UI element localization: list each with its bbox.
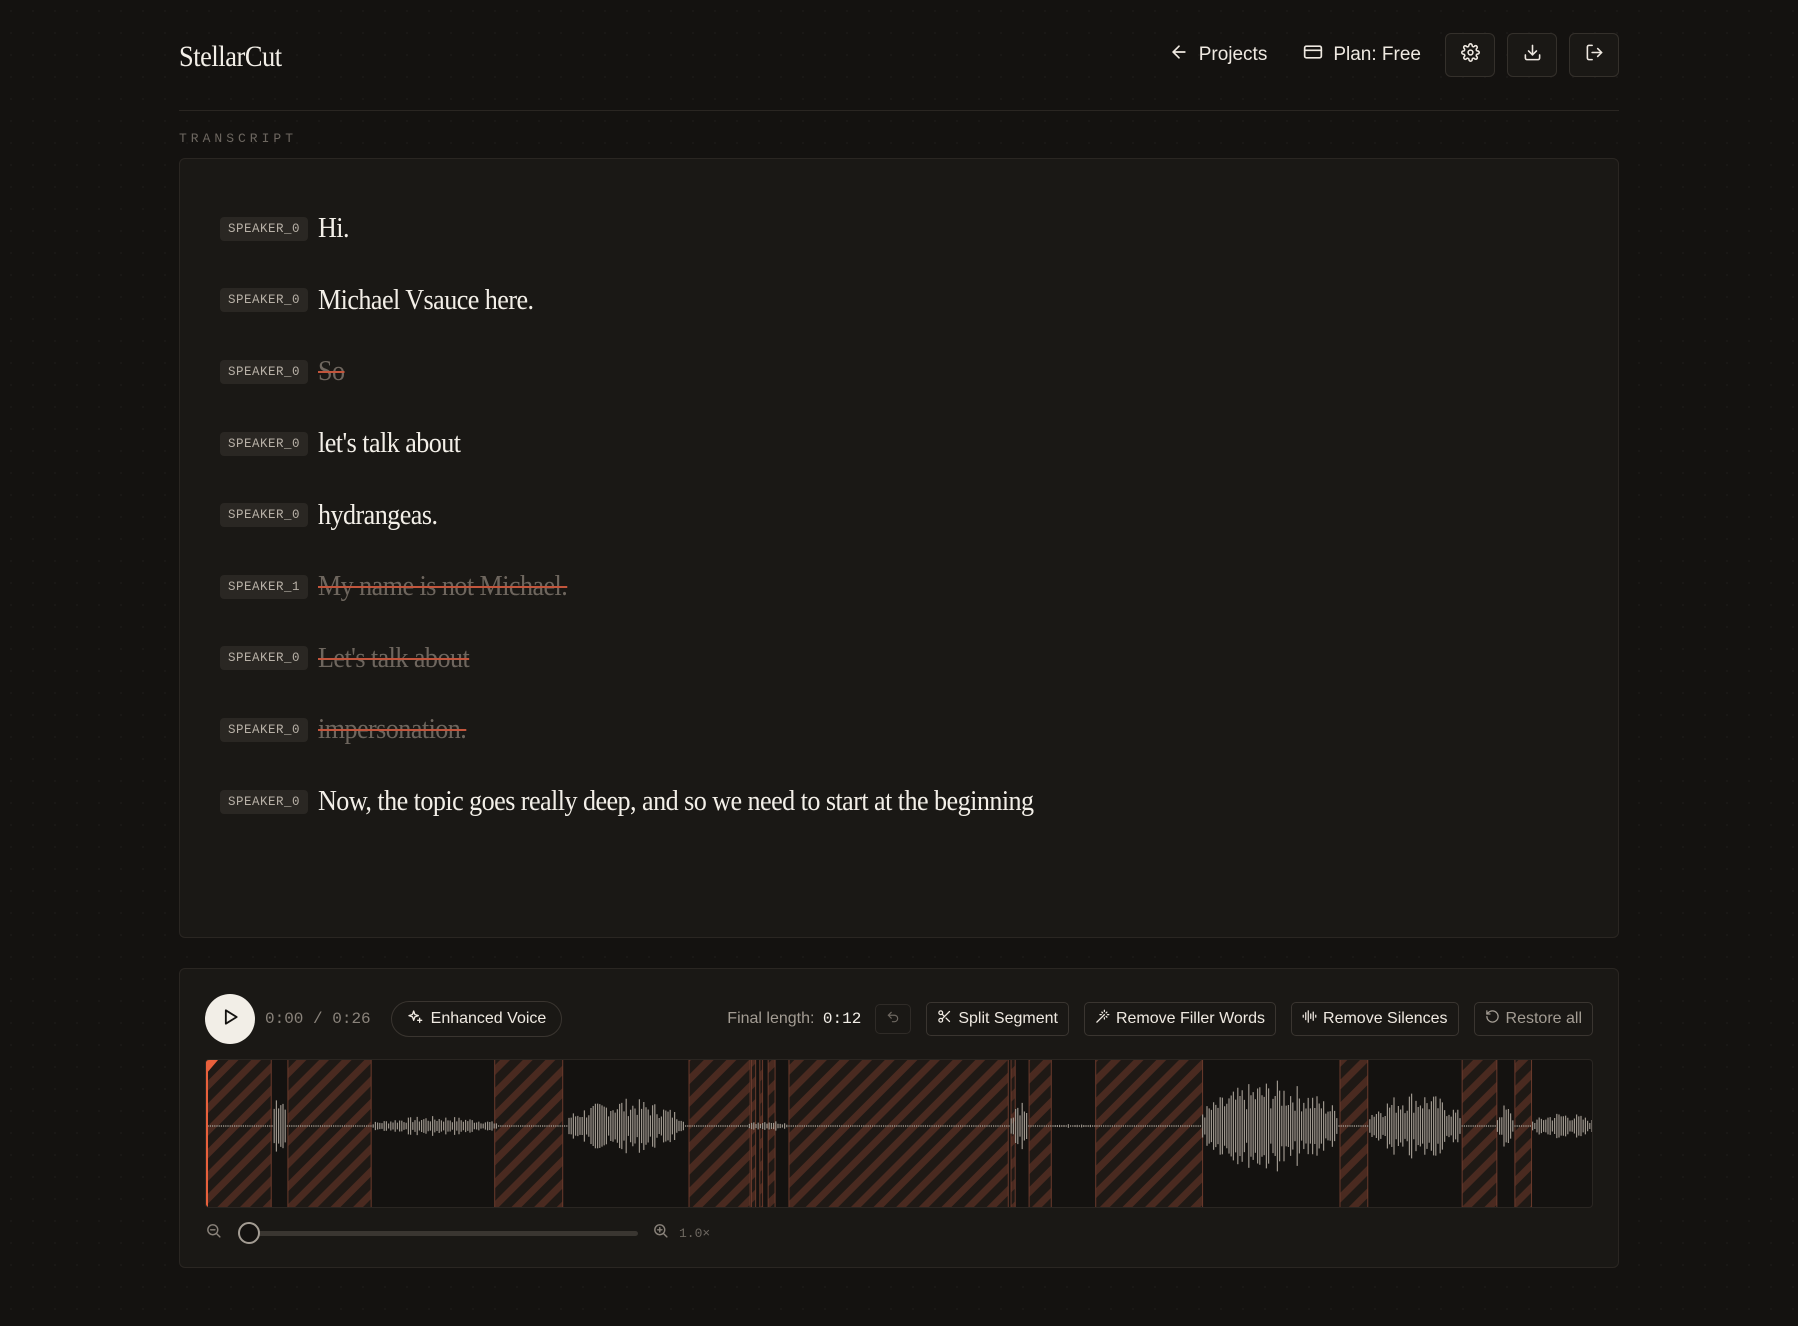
speaker-tag: SPEAKER_1: [220, 574, 309, 599]
credit-card-icon: [1303, 42, 1323, 68]
speaker-tag: SPEAKER_0: [220, 288, 309, 313]
projects-link-label: Projects: [1198, 44, 1268, 65]
gear-icon: [1460, 43, 1480, 67]
speaker-tag: SPEAKER_0: [220, 789, 309, 814]
remove-silences-label: Remove Silences: [1323, 1010, 1448, 1027]
app-logo: StellarCut: [179, 40, 282, 73]
restore-all-button[interactable]: Restore all: [1473, 1002, 1593, 1036]
segment-text-removed[interactable]: My name is not Michael.: [318, 570, 568, 603]
header: StellarCut Projects Plan: Free: [179, 0, 1619, 111]
sparkles-icon: [407, 1009, 423, 1030]
restore-all-label: Restore all: [1505, 1010, 1582, 1027]
waveform-canvas[interactable]: [206, 1060, 1593, 1208]
play-button[interactable]: [205, 994, 255, 1044]
player-controls: 0:00 / 0:26 Enhanced Voice Final length:…: [205, 994, 1593, 1044]
removed-region[interactable]: [494, 1060, 563, 1208]
enhanced-voice-label: Enhanced Voice: [430, 1010, 547, 1027]
speaker-tag: SPEAKER_0: [220, 359, 309, 384]
zoom-slider-thumb[interactable]: [238, 1222, 260, 1244]
plan-link-label: Plan: Free: [1333, 44, 1421, 65]
segment-text[interactable]: Now, the topic goes really deep, and so …: [318, 785, 1034, 818]
speaker-tag: SPEAKER_0: [220, 646, 309, 671]
transcript-row[interactable]: SPEAKER_0 Let's talk about: [220, 623, 1578, 695]
download-icon: [1523, 43, 1542, 67]
removed-region[interactable]: [768, 1060, 776, 1208]
play-icon: [220, 1007, 240, 1032]
segment-text-removed[interactable]: impersonation.: [318, 713, 467, 746]
split-segment-button[interactable]: Split Segment: [926, 1002, 1069, 1036]
final-length-label: Final length:: [727, 1010, 815, 1027]
download-button[interactable]: [1507, 33, 1557, 77]
transcript-panel: SPEAKER_0 Hi. SPEAKER_0 Michael Vsauce h…: [179, 158, 1619, 938]
removed-region[interactable]: [1514, 1060, 1532, 1208]
wand-icon: [1095, 1009, 1110, 1029]
transcript-row[interactable]: SPEAKER_0 So: [220, 336, 1578, 408]
undo-button[interactable]: [875, 1004, 912, 1034]
transcript-row[interactable]: SPEAKER_0 Hi.: [220, 193, 1578, 265]
zoom-controls: 1.0×: [205, 1208, 1593, 1258]
segment-text[interactable]: Hi.: [318, 212, 350, 245]
removed-region[interactable]: [788, 1060, 1009, 1208]
transcript-row[interactable]: SPEAKER_0 hydrangeas.: [220, 479, 1578, 551]
projects-link[interactable]: Projects: [1157, 33, 1280, 77]
removed-region[interactable]: [751, 1060, 756, 1208]
waveform-timeline[interactable]: [205, 1059, 1593, 1208]
remove-filler-label: Remove Filler Words: [1115, 1010, 1266, 1027]
transcript-row[interactable]: SPEAKER_0 impersonation.: [220, 694, 1578, 766]
remove-filler-words-button[interactable]: Remove Filler Words: [1083, 1002, 1277, 1036]
zoom-level-label: 1.0×: [679, 1225, 711, 1241]
logout-icon: [1585, 43, 1604, 67]
timecode: 0:00 / 0:26: [265, 1010, 371, 1028]
enhanced-voice-button[interactable]: Enhanced Voice: [390, 1001, 563, 1037]
segment-text[interactable]: let's talk about: [318, 427, 461, 460]
final-length-value: 0:12: [822, 1010, 862, 1028]
segment-text[interactable]: hydrangeas.: [318, 499, 438, 532]
zoom-in-icon[interactable]: [652, 1222, 669, 1244]
app-root: StellarCut Projects Plan: Free TRANSCRIP…: [179, 0, 1619, 1268]
audio-lines-icon: [1302, 1009, 1317, 1029]
time-current: 0:00: [265, 1010, 304, 1028]
segment-text[interactable]: Michael Vsauce here.: [318, 284, 534, 317]
undo-icon: [886, 1010, 900, 1029]
header-actions: Projects Plan: Free: [1157, 33, 1619, 77]
settings-button[interactable]: [1445, 33, 1495, 77]
speaker-tag: SPEAKER_0: [220, 503, 309, 528]
speaker-tag: SPEAKER_0: [220, 216, 309, 241]
removed-region[interactable]: [1095, 1060, 1203, 1208]
time-total: 0:26: [332, 1010, 371, 1028]
transcript-row[interactable]: SPEAKER_0 let's talk about: [220, 408, 1578, 480]
removed-region[interactable]: [206, 1060, 272, 1208]
arrow-left-icon: [1169, 42, 1189, 68]
segment-text-removed[interactable]: So: [318, 355, 345, 388]
plan-link[interactable]: Plan: Free: [1291, 33, 1433, 77]
segment-text-removed[interactable]: Let's talk about: [318, 642, 470, 675]
removed-region[interactable]: [1339, 1060, 1368, 1208]
final-length: Final length: 0:12: [727, 1010, 861, 1028]
scissors-icon: [937, 1009, 952, 1029]
transcript-row[interactable]: SPEAKER_0 Now, the topic goes really dee…: [220, 766, 1578, 838]
removed-region[interactable]: [287, 1060, 372, 1208]
zoom-out-icon[interactable]: [205, 1222, 222, 1244]
transcript-row[interactable]: SPEAKER_1 My name is not Michael.: [220, 551, 1578, 623]
transcript-row[interactable]: SPEAKER_0 Michael Vsauce here.: [220, 265, 1578, 337]
speaker-tag: SPEAKER_0: [220, 431, 309, 456]
player-panel: 0:00 / 0:26 Enhanced Voice Final length:…: [179, 968, 1619, 1268]
speaker-tag: SPEAKER_0: [220, 717, 309, 742]
removed-region[interactable]: [1462, 1060, 1497, 1208]
logout-button[interactable]: [1569, 33, 1619, 77]
remove-silences-button[interactable]: Remove Silences: [1291, 1002, 1459, 1036]
zoom-slider-track: [238, 1231, 638, 1236]
removed-region[interactable]: [689, 1060, 751, 1208]
removed-region[interactable]: [1029, 1060, 1052, 1208]
split-segment-label: Split Segment: [958, 1010, 1058, 1027]
rotate-ccw-icon: [1485, 1009, 1500, 1029]
zoom-slider[interactable]: [238, 1221, 638, 1245]
time-separator: /: [313, 1010, 323, 1028]
transcript-section-label: TRANSCRIPT: [179, 131, 298, 146]
